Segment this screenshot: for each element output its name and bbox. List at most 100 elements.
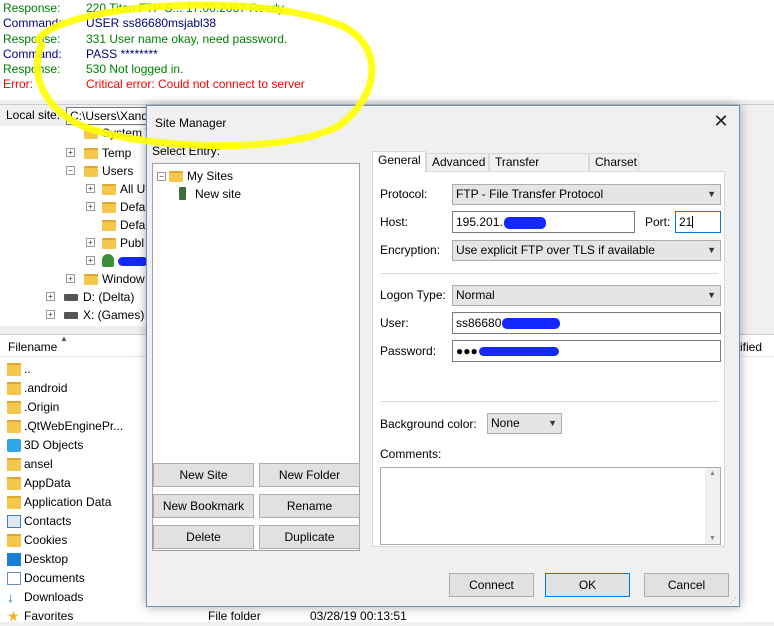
new-folder-button[interactable]: New Folder (259, 463, 360, 487)
rename-button[interactable]: Rename (259, 494, 360, 518)
tree-item-my-sites[interactable]: − My Sites (157, 167, 233, 185)
host-input[interactable]: 195.201. (452, 211, 635, 233)
chevron-down-icon: ▼ (548, 418, 557, 428)
scroll-up-icon[interactable]: ▲ (709, 470, 716, 477)
tab-transfer-settings[interactable]: Transfer Settings (489, 153, 589, 186)
folder-icon (169, 171, 183, 182)
tree-item[interactable]: Temp (84, 144, 131, 162)
cancel-button[interactable]: Cancel (644, 573, 729, 597)
user-icon (102, 254, 114, 267)
folder-icon (7, 401, 21, 414)
delete-button[interactable]: Delete (153, 525, 254, 549)
user-input[interactable]: ss86680 (452, 312, 721, 334)
folder-icon (7, 458, 21, 471)
tab-general[interactable]: General (372, 151, 426, 173)
log-type: Command: (3, 16, 62, 30)
expand-icon[interactable]: + (46, 310, 55, 319)
expand-icon[interactable]: + (66, 274, 75, 283)
new-site-button[interactable]: New Site (153, 463, 254, 487)
expand-icon[interactable]: + (46, 292, 55, 301)
folder-icon (7, 363, 21, 376)
logon-type-label: Logon Type: (380, 288, 446, 302)
port-label: Port: (645, 215, 671, 229)
tree-item-drive[interactable]: D: (Delta) (64, 288, 134, 306)
chevron-down-icon: ▼ (707, 245, 716, 255)
expand-icon[interactable]: + (86, 202, 95, 211)
comments-textarea[interactable]: ▲ ▼ (380, 467, 721, 545)
log-type: Response: (3, 1, 61, 15)
host-label: Host: (380, 215, 409, 229)
dialog-title: Site Manager (155, 116, 227, 130)
tab-charset[interactable]: Charset (589, 153, 639, 172)
tree-item[interactable]: All U (102, 180, 145, 198)
expand-icon[interactable]: + (66, 148, 75, 157)
logon-type-select[interactable]: Normal ▼ (452, 285, 721, 306)
tree-item[interactable]: Defa (102, 198, 145, 216)
file-type: File folder (208, 609, 261, 623)
collapse-icon[interactable]: − (66, 166, 75, 175)
duplicate-button[interactable]: Duplicate (259, 525, 360, 549)
protocol-label: Protocol: (380, 187, 428, 201)
tree-item[interactable]: System V (84, 126, 148, 142)
folder-icon (7, 534, 21, 547)
local-site-label: Local site: (6, 108, 61, 122)
select-entry-label: Select Entry: (152, 144, 221, 158)
tab-advanced[interactable]: Advanced (426, 153, 489, 172)
tree-item-user[interactable] (102, 252, 148, 270)
text-cursor (692, 216, 694, 228)
encryption-select[interactable]: Use explicit FTP over TLS if available ▼ (452, 240, 721, 261)
collapse-icon[interactable]: − (157, 172, 166, 181)
folder-icon (102, 184, 116, 195)
column-header-filename[interactable]: Filename (8, 340, 57, 354)
connect-button[interactable]: Connect (449, 573, 534, 597)
folder-icon (102, 202, 116, 213)
expand-icon[interactable]: + (86, 238, 95, 247)
tree-item-drive[interactable]: X: (Games) (64, 306, 144, 324)
column-header-modified[interactable]: ified (740, 340, 762, 354)
log-message: 530 Not logged in. (86, 62, 184, 76)
tree-item[interactable]: Defa (102, 216, 145, 234)
log-message: PASS ******** (86, 47, 158, 61)
resize-grip-icon[interactable]: ⋰ (729, 597, 737, 605)
tree-item-new-site[interactable]: New site (179, 185, 241, 203)
expand-icon[interactable]: + (86, 184, 95, 193)
documents-icon (7, 572, 21, 585)
3d-objects-icon (7, 439, 21, 452)
close-icon[interactable]: ✕ (711, 111, 731, 131)
password-input[interactable]: ●●● (452, 340, 721, 362)
ok-button[interactable]: OK (545, 573, 630, 597)
site-entry-tree[interactable]: − My Sites New site (152, 163, 360, 551)
protocol-select[interactable]: FTP - File Transfer Protocol ▼ (452, 184, 721, 205)
general-tab-panel: Protocol: FTP - File Transfer Protocol ▼ … (372, 171, 725, 547)
folder-icon (84, 128, 98, 139)
tree-item[interactable]: Publ (102, 234, 144, 252)
log-type: Error: (3, 77, 33, 91)
divider (381, 273, 718, 274)
log-type: Command: (3, 47, 62, 61)
drive-icon (64, 294, 78, 301)
redaction-mark (478, 347, 559, 357)
background-color-select[interactable]: None ▼ (487, 413, 562, 434)
local-directory-tree[interactable]: System V + Temp − Users + All U + Defa D… (0, 126, 148, 326)
encryption-label: Encryption: (380, 243, 441, 257)
message-log[interactable]: Response: 220 Titan FTP S... 17.00.2067 … (0, 0, 774, 100)
log-message: Critical error: Could not connect to ser… (86, 77, 305, 91)
tree-item[interactable]: Users (84, 162, 133, 180)
favorites-icon: ★ (7, 608, 20, 624)
scrollbar[interactable]: ▲ ▼ (705, 468, 720, 544)
redaction-mark (502, 318, 561, 330)
contacts-icon (7, 515, 21, 528)
tree-item[interactable]: Window (84, 270, 145, 288)
new-bookmark-button[interactable]: New Bookmark (153, 494, 254, 518)
port-input[interactable]: 21 (675, 211, 721, 233)
folder-icon (7, 420, 21, 433)
folder-icon (102, 220, 116, 231)
redaction-mark (118, 257, 148, 267)
scroll-down-icon[interactable]: ▼ (709, 535, 716, 542)
user-label: User: (380, 316, 409, 330)
folder-icon (84, 148, 98, 159)
server-icon (179, 187, 186, 200)
drive-icon (64, 312, 78, 319)
background-color-label: Background color: (380, 417, 477, 431)
expand-icon[interactable]: + (86, 256, 95, 265)
